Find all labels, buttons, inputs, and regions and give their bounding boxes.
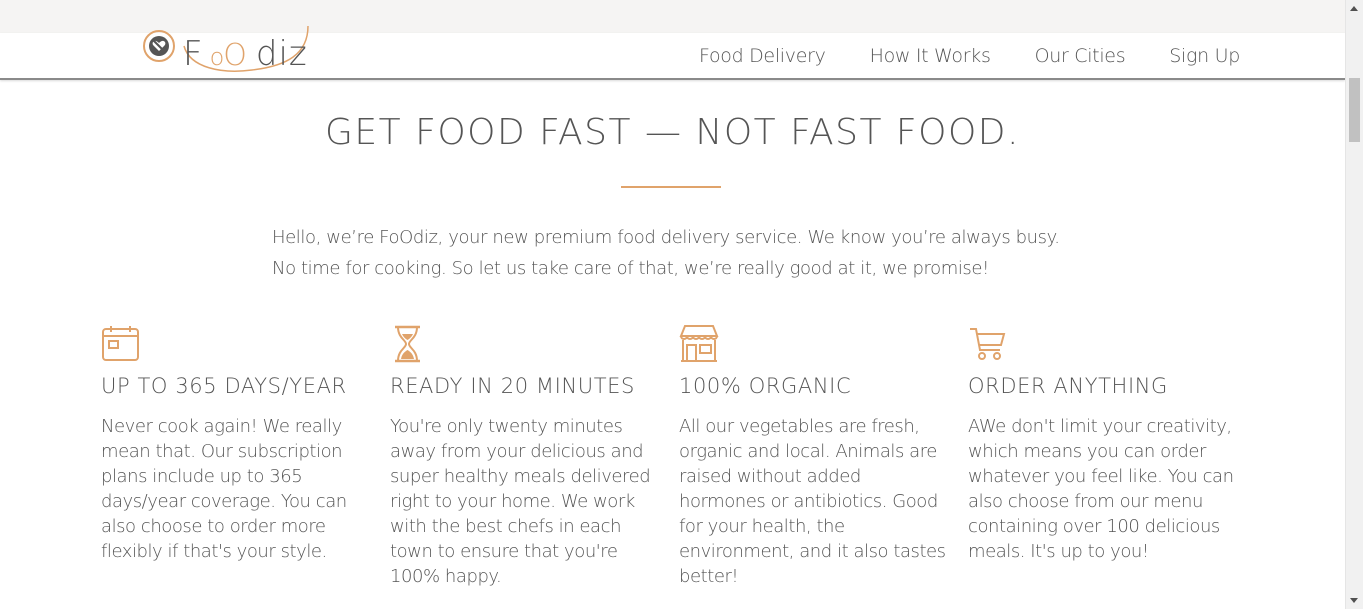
feature-description: Never cook again! We really mean that. O… [101,416,347,562]
logo-letters-diz: diz [255,34,308,74]
nav-how-it-works[interactable]: How It Works [870,45,991,67]
intro-paragraph: Hello, we’re FoOdiz, your new premium fo… [272,227,1060,279]
vertical-scrollbar[interactable] [1345,0,1363,609]
feature-20-minutes: READY IN 20 MINUTES You're only twenty m… [390,324,679,589]
feature-365-days: UP TO 365 DAYS/YEAR Never cook again! We… [101,324,390,589]
page: FoO diz Food Delivery How It Works Our Ci… [0,0,1363,609]
nav-food-delivery[interactable]: Food Delivery [699,45,826,67]
section-title: GET FOOD FAST — NOT FAST FOOD. [325,112,1020,153]
feature-description: You're only twenty minutes away from you… [390,416,651,587]
logo[interactable]: FoO diz [142,25,314,78]
logo-badge-icon [143,30,175,62]
feature-description: AWe don't limit your creativity, which m… [968,416,1234,562]
logo-wordmark: FoO diz [183,34,308,77]
calendar-icon [102,326,139,361]
feature-description: All our vegetables are fresh, organic an… [679,416,946,587]
features-row: UP TO 365 DAYS/YEAR Never cook again! We… [101,324,1257,589]
feature-title: ORDER ANYTHING [968,374,1168,398]
scroll-up-arrow-icon[interactable] [1350,6,1358,11]
logo-letter-f: F [183,34,204,74]
feature-title: READY IN 20 MINUTES [390,374,635,398]
scroll-thumb[interactable] [1349,78,1360,142]
navbar: FoO diz Food Delivery How It Works Our Ci… [0,25,1345,80]
feature-title: 100% ORGANIC [679,374,852,398]
storefront-icon [679,325,719,362]
feature-organic: 100% ORGANIC All our vegetables are fres… [679,324,968,589]
hourglass-icon [395,325,420,363]
logo-letter-o-large: O [223,38,248,73]
nav-sign-up[interactable]: Sign Up [1169,45,1240,67]
feature-order-anything: ORDER ANYTHING AWe don't limit your crea… [968,324,1257,589]
feature-title: UP TO 365 DAYS/YEAR [101,374,347,398]
scroll-down-arrow-icon[interactable] [1350,598,1358,603]
shopping-cart-icon [970,328,1006,360]
title-divider [621,186,721,188]
nav-our-cities[interactable]: Our Cities [1035,45,1126,67]
main-nav: Food Delivery How It Works Our Cities Si… [699,33,1240,78]
